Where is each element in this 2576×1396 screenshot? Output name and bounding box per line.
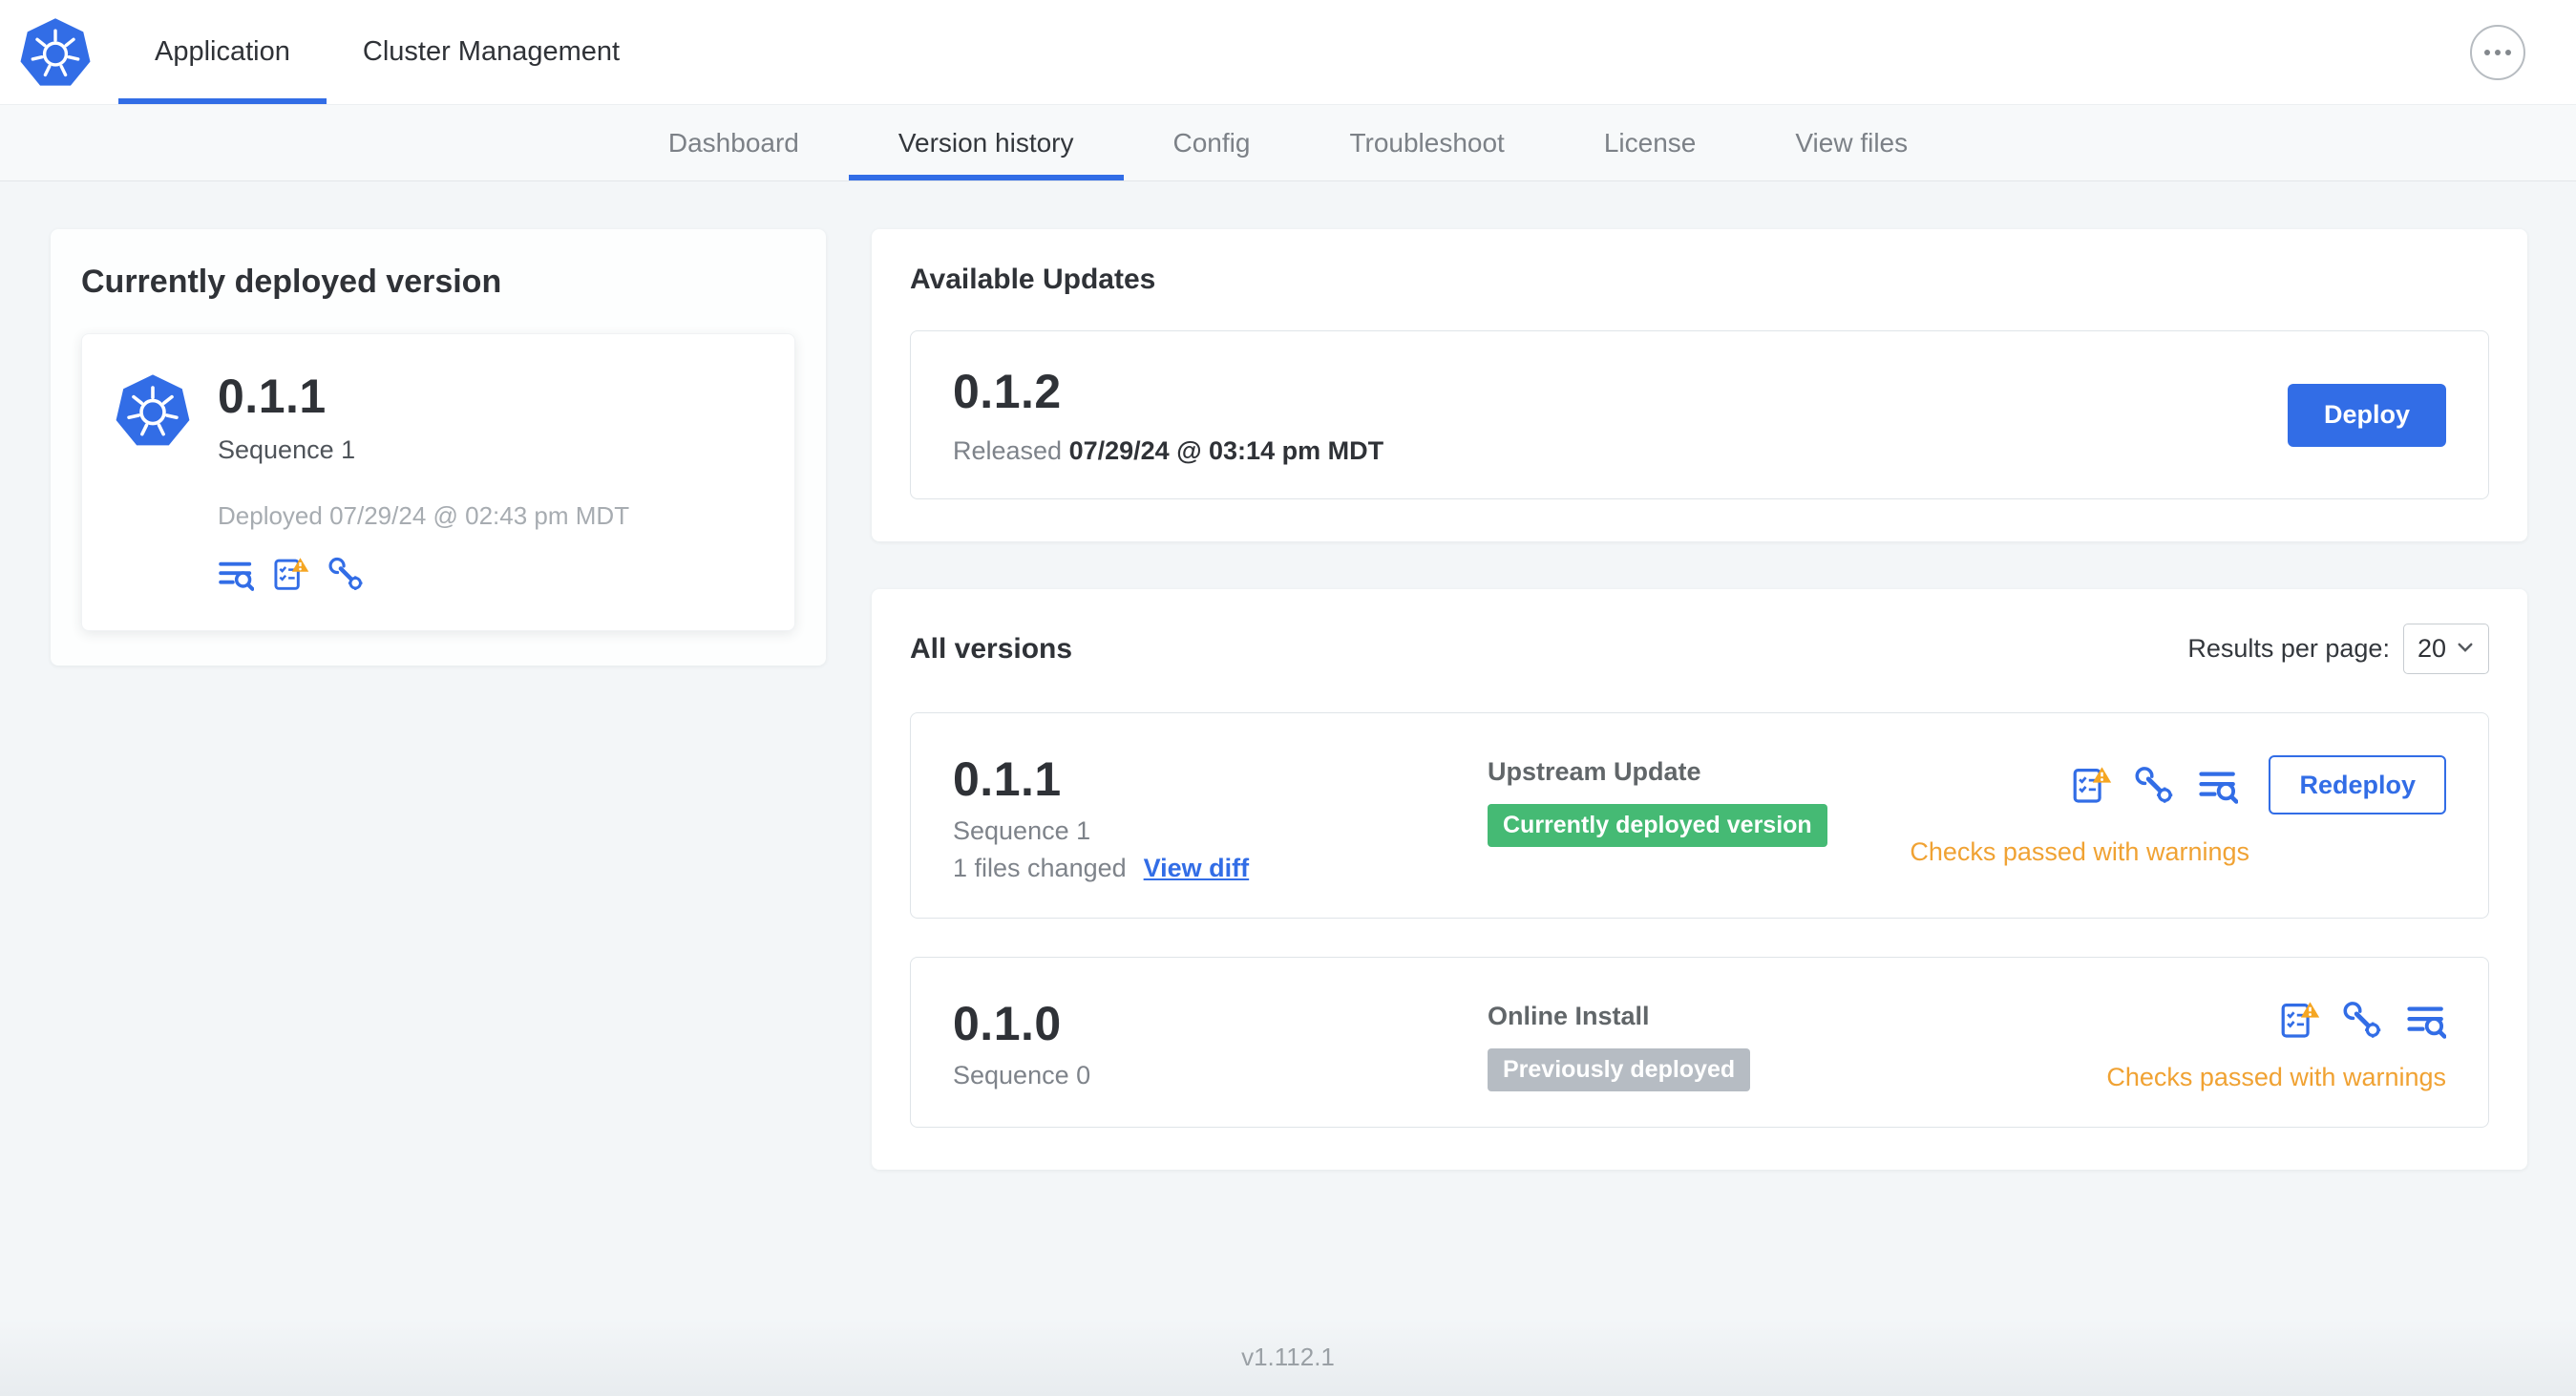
top-navigation-bar: Application Cluster Management: [0, 0, 2576, 105]
config-tools-icon[interactable]: [328, 556, 365, 592]
redeploy-button[interactable]: Redeploy: [2269, 755, 2446, 814]
preflight-checks-warning-icon[interactable]: [2280, 1000, 2320, 1040]
more-options-button[interactable]: [2470, 24, 2525, 80]
all-versions-card: All versions Results per page: 20 0.1.1 …: [872, 589, 2527, 1170]
deployed-version-number: 0.1.1: [218, 370, 327, 423]
main-content: Currently deployed version 0.1.1 Sequenc…: [0, 181, 2576, 1170]
subtab-troubleshoot[interactable]: Troubleshoot: [1299, 105, 1553, 180]
application-sub-navigation: Dashboard Version history Config Trouble…: [0, 105, 2576, 181]
subtab-view-files[interactable]: View files: [1745, 105, 1957, 180]
row-source-label: Upstream Update: [1488, 757, 1701, 786]
chevron-down-icon: [2456, 634, 2475, 664]
row-files-changed: 1 files changed View diff: [953, 854, 1250, 883]
deployed-version-actions: [218, 556, 629, 592]
subtab-license[interactable]: License: [1554, 105, 1746, 180]
row-version-number: 0.1.0: [953, 997, 1062, 1050]
deployed-date-label: Deployed 07/29/24 @ 02:43 pm MDT: [218, 501, 630, 530]
app-footer: v1.112.1: [0, 1318, 2576, 1396]
app-kubernetes-icon: [115, 372, 191, 449]
version-row-0-1-0: 0.1.0 Sequence 0 Online Install Previous…: [910, 957, 2489, 1128]
deploy-button[interactable]: Deploy: [2287, 383, 2446, 447]
row-source-label: Online Install: [1488, 1002, 1650, 1030]
checks-status-text: Checks passed with warnings: [2106, 1063, 2446, 1091]
console-version-label: v1.112.1: [1241, 1342, 1335, 1371]
available-update-row: 0.1.2 Released 07/29/24 @ 03:14 pm MDT D…: [910, 330, 2489, 499]
deployed-version-card: 0.1.1 Sequence 1 Deployed 07/29/24 @ 02:…: [81, 333, 795, 631]
currently-deployed-title: Currently deployed version: [81, 264, 502, 300]
row-sequence-label: Sequence 1: [953, 816, 1091, 845]
config-tools-icon[interactable]: [2135, 765, 2175, 805]
deploy-logs-icon[interactable]: [218, 556, 254, 592]
kubernetes-logo-icon: [19, 16, 92, 89]
deploy-logs-icon[interactable]: [2198, 765, 2239, 805]
available-update-info: 0.1.2 Released 07/29/24 @ 03:14 pm MDT: [953, 364, 1383, 466]
subtab-config[interactable]: Config: [1124, 105, 1300, 180]
subtab-dashboard[interactable]: Dashboard: [619, 105, 849, 180]
view-diff-link[interactable]: View diff: [1144, 854, 1250, 883]
update-version-number: 0.1.2: [953, 365, 1062, 418]
primary-tabs: Application Cluster Management: [118, 0, 656, 104]
released-date: Released 07/29/24 @ 03:14 pm MDT: [953, 436, 1384, 465]
results-per-page-label: Results per page:: [2187, 634, 2390, 663]
all-versions-header: All versions Results per page: 20: [910, 624, 2489, 674]
tab-cluster-management[interactable]: Cluster Management: [327, 0, 656, 104]
row-sequence-label: Sequence 0: [953, 1061, 1091, 1089]
all-versions-title: All versions: [910, 632, 1073, 665]
row-action-icons: [2072, 765, 2239, 805]
preflight-checks-warning-icon[interactable]: [273, 556, 309, 592]
results-per-page-select[interactable]: 20: [2402, 624, 2489, 674]
currently-deployed-badge: Currently deployed version: [1488, 804, 1827, 847]
row-version-number: 0.1.1: [953, 752, 1062, 806]
results-per-page: Results per page: 20: [2187, 624, 2489, 674]
subtab-version-history[interactable]: Version history: [848, 105, 1124, 180]
config-tools-icon[interactable]: [2343, 1000, 2383, 1040]
version-row-0-1-1: 0.1.1 Sequence 1 1 files changed View di…: [910, 712, 2489, 919]
preflight-checks-warning-icon[interactable]: [2072, 765, 2112, 805]
deployed-sequence-label: Sequence 1: [218, 435, 356, 464]
available-updates-card: Available Updates 0.1.2 Released 07/29/2…: [872, 229, 2527, 541]
available-updates-title: Available Updates: [910, 264, 1156, 295]
deploy-logs-icon[interactable]: [2406, 1000, 2446, 1040]
checks-status-text: Checks passed with warnings: [1910, 837, 2249, 866]
currently-deployed-card: Currently deployed version 0.1.1 Sequenc…: [51, 229, 826, 666]
ellipsis-icon: [2484, 49, 2490, 55]
tab-application[interactable]: Application: [118, 0, 327, 104]
right-column: Available Updates 0.1.2 Released 07/29/2…: [872, 229, 2527, 1170]
results-per-page-value: 20: [2417, 634, 2446, 663]
previously-deployed-badge: Previously deployed: [1488, 1048, 1751, 1091]
row-action-icons: [2280, 1000, 2446, 1040]
